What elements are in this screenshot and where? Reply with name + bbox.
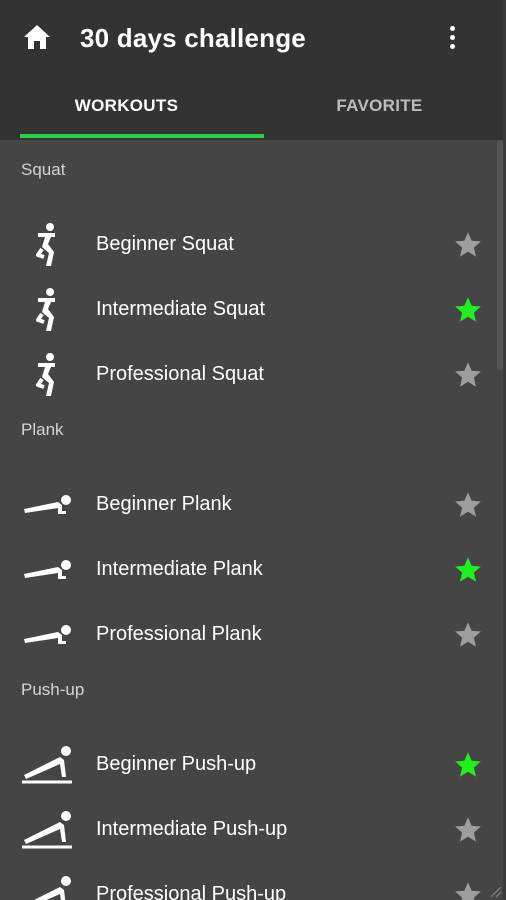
workout-row[interactable]: Intermediate Push-up bbox=[0, 798, 500, 862]
workout-label: Intermediate Push-up bbox=[96, 818, 288, 840]
tab-favorite[interactable]: FAVORITE bbox=[253, 88, 506, 140]
workout-label: Intermediate Squat bbox=[96, 298, 265, 320]
section-header-plank: Plank bbox=[21, 420, 64, 439]
workout-label: Beginner Push-up bbox=[96, 753, 257, 775]
star-outline-icon[interactable] bbox=[452, 229, 484, 261]
plank-icon bbox=[22, 483, 74, 527]
workout-label: Professional Push-up bbox=[96, 883, 287, 900]
home-icon bbox=[24, 25, 50, 49]
tab-workouts[interactable]: WORKOUTS bbox=[0, 88, 253, 140]
workout-label: Intermediate Plank bbox=[96, 558, 263, 580]
star-outline-icon[interactable] bbox=[452, 879, 484, 900]
star-filled-icon[interactable] bbox=[452, 749, 484, 781]
squat-icon bbox=[22, 223, 74, 267]
workout-label: Beginner Plank bbox=[96, 493, 232, 515]
plank-icon bbox=[22, 613, 74, 657]
tab-bar: WORKOUTS FAVORITE bbox=[0, 88, 506, 140]
app-bar: 30 days challenge WORKOUTS FAVORITE bbox=[0, 0, 506, 140]
squat-icon bbox=[22, 353, 74, 397]
workout-list[interactable]: Squat Beginner Squat Intermediate Squat Pro… bbox=[0, 140, 506, 900]
star-outline-icon[interactable] bbox=[452, 359, 484, 391]
star-filled-icon[interactable] bbox=[452, 294, 484, 326]
workout-row[interactable]: Intermediate Squat bbox=[0, 278, 500, 342]
section-header-squat: Squat bbox=[21, 160, 66, 179]
workout-label: Beginner Squat bbox=[96, 233, 234, 255]
app-title: 30 days challenge bbox=[80, 23, 306, 53]
workout-row[interactable]: Beginner Squat bbox=[0, 213, 500, 277]
workout-label: Professional Plank bbox=[96, 623, 262, 645]
star-outline-icon[interactable] bbox=[452, 489, 484, 521]
app-screen: 30 days challenge WORKOUTS FAVORITE Squa… bbox=[0, 0, 506, 900]
workout-row[interactable]: Professional Squat bbox=[0, 343, 500, 407]
resize-grip-icon[interactable] bbox=[488, 884, 502, 898]
star-filled-icon[interactable] bbox=[452, 554, 484, 586]
more-menu-button[interactable] bbox=[438, 22, 466, 52]
workout-row[interactable]: Intermediate Plank bbox=[0, 538, 500, 602]
pushup-icon bbox=[22, 743, 74, 787]
home-button[interactable] bbox=[20, 22, 54, 52]
section-header-push-up: Push-up bbox=[21, 680, 85, 699]
workout-row[interactable]: Professional Push-up bbox=[0, 863, 500, 900]
pushup-icon bbox=[22, 873, 74, 900]
star-outline-icon[interactable] bbox=[452, 619, 484, 651]
workout-label: Professional Squat bbox=[96, 363, 264, 385]
workout-row[interactable]: Beginner Plank bbox=[0, 473, 500, 537]
squat-icon bbox=[22, 288, 74, 332]
workout-row[interactable]: Professional Plank bbox=[0, 603, 500, 667]
more-vertical-icon bbox=[449, 25, 455, 31]
star-outline-icon[interactable] bbox=[452, 814, 484, 846]
active-tab-indicator bbox=[20, 134, 264, 138]
pushup-icon bbox=[22, 808, 74, 852]
workout-row[interactable]: Beginner Push-up bbox=[0, 733, 500, 797]
plank-icon bbox=[22, 548, 74, 592]
